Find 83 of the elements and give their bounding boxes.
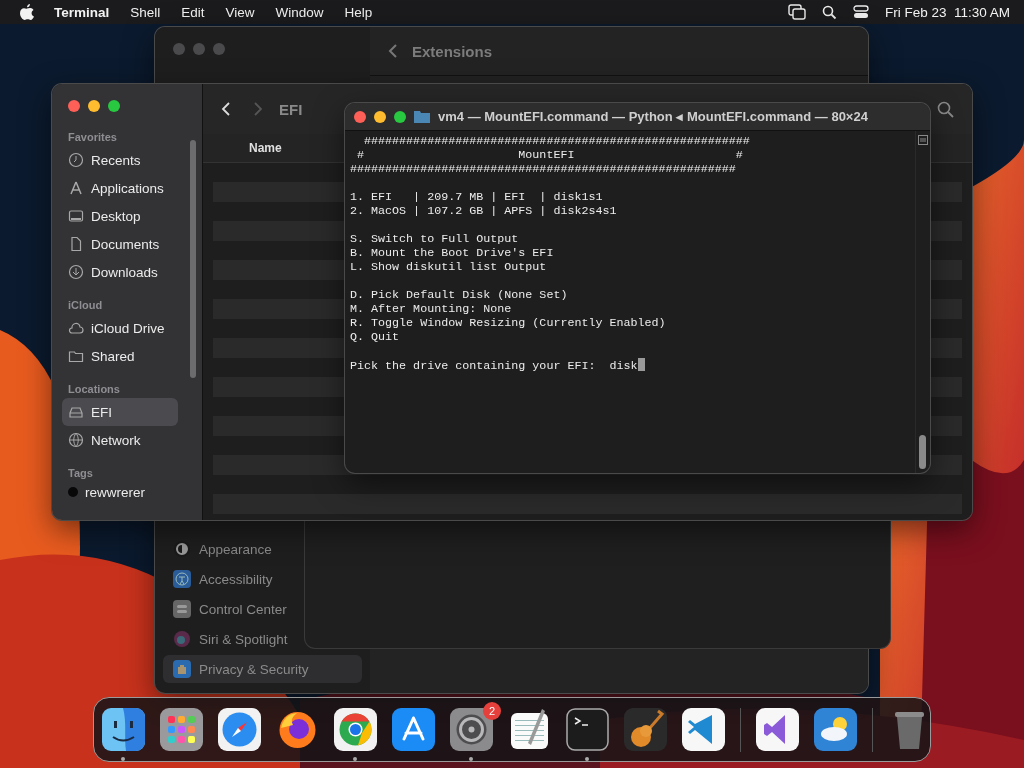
gear-icon[interactable] [450, 708, 493, 751]
sidebar-heading: iCloud [68, 299, 104, 311]
menu-item[interactable]: Window [275, 4, 324, 20]
notepad-pen-icon[interactable] [508, 708, 551, 751]
toggles-icon [173, 600, 191, 618]
sidebar-item[interactable]: Shared [62, 342, 178, 370]
close-button[interactable] [354, 110, 366, 123]
half-circle-icon [173, 540, 191, 558]
tag-dot-icon [68, 487, 78, 497]
windows-icon[interactable] [787, 4, 806, 20]
window-control-dot[interactable] [173, 43, 185, 55]
sidebar-item[interactable]: Applications [62, 174, 178, 202]
menu-item[interactable]: Help [344, 4, 373, 20]
terminal-line: ####################################################### [350, 162, 737, 176]
notification-badge: 2 [483, 702, 501, 720]
terminal-line: # MountEFI # [356, 148, 744, 162]
sidebar-item[interactable]: Recents [62, 146, 178, 174]
control-center-icon[interactable] [852, 5, 869, 19]
accessibility-icon [173, 570, 191, 588]
folder-icon [68, 348, 84, 364]
terminal-line: M. After Mounting: None [350, 302, 513, 316]
terminal-prompt: Pick the drive containing your EFI: disk [350, 359, 638, 373]
terminal-line: 2. MacOS | 107.2 GB | APFS | disk2s4s1 [350, 204, 618, 218]
smiling-face-icon[interactable] [102, 708, 145, 751]
search-icon[interactable] [821, 4, 837, 20]
folder-icon [414, 110, 430, 123]
app-store-icon[interactable] [392, 708, 435, 751]
terminal-line: B. Mount the Boot Drive's EFI [350, 246, 555, 260]
scrollbar-thumb[interactable] [919, 435, 926, 469]
globe-icon [68, 432, 84, 448]
text-cursor [637, 358, 645, 371]
orb-icon [173, 630, 191, 648]
menu-item[interactable]: Edit [181, 4, 205, 20]
cloud-sun-icon[interactable] [814, 708, 857, 751]
sidebar-item[interactable]: EFI [62, 398, 178, 426]
drive-icon [68, 404, 84, 420]
terminal-line: S. Switch to Full Output [350, 232, 520, 246]
sidebar-item[interactable]: Network [62, 426, 178, 454]
close-button[interactable] [68, 100, 80, 112]
sidebar-heading: Favorites [68, 131, 118, 143]
cloud-icon [68, 320, 84, 336]
app-grid-icon[interactable] [160, 708, 203, 751]
sidebar-heading: Tags [68, 467, 94, 479]
terminal-line: ####################################################### [363, 134, 751, 148]
sidebar-item[interactable]: Documents [62, 230, 178, 258]
sidebar-item[interactable]: iCloud Drive [62, 314, 178, 342]
terminal-line: 1. EFI | 209.7 MB | EFI | disk1s1 [350, 190, 604, 204]
terminal-prompt-icon[interactable] [566, 708, 609, 751]
window-title: Extensions [412, 42, 493, 60]
minimize-button[interactable] [88, 100, 100, 112]
sidebar-heading: Locations [68, 383, 121, 395]
terminal-line: D. Pick Default Disk (None Set) [350, 288, 569, 302]
window-control-dot[interactable] [193, 43, 205, 55]
zoom-button[interactable] [394, 110, 406, 123]
app-menu[interactable]: Terminal [54, 4, 110, 20]
document-icon [68, 236, 84, 252]
guitar-icon[interactable] [624, 708, 667, 751]
ribbon-icon[interactable] [682, 708, 725, 751]
terminal-line: R. Toggle Window Resizing (Currently Enabled) [350, 316, 667, 330]
sidebar-item[interactable]: rewwrerer [62, 482, 178, 502]
apple-icon[interactable] [20, 4, 34, 20]
download-icon [68, 264, 84, 280]
minimize-button[interactable] [374, 110, 386, 123]
terminal-line: Q. Quit [350, 330, 401, 344]
sidebar-item[interactable]: Downloads [62, 258, 178, 286]
compass-icon[interactable] [218, 708, 261, 751]
app-a-icon [68, 180, 84, 196]
menu-item[interactable]: Shell [130, 4, 161, 20]
monitor-icon [68, 208, 84, 224]
window-control-dot[interactable] [213, 43, 225, 55]
settings-sidebar-item[interactable]: Privacy & Security [163, 655, 362, 683]
window-title: vm4 — MountEFI.command — Python ◂ MountEFI.command — 80×24 [438, 109, 868, 124]
menu-clock[interactable]: Fri Feb 23 11:30 AM [884, 4, 1010, 20]
menu-item[interactable]: View [225, 4, 255, 20]
column-header[interactable]: Name [249, 141, 282, 155]
sidebar-item[interactable]: Desktop [62, 202, 178, 230]
scrollbar-thumb[interactable] [190, 140, 196, 378]
loop-ribbon-icon[interactable] [756, 708, 799, 751]
clock-icon [68, 152, 84, 168]
window-title: EFI [279, 100, 303, 118]
zoom-button[interactable] [108, 100, 120, 112]
split-pane-icon[interactable] [918, 135, 928, 145]
terminal-line: L. Show diskutil list Output [350, 260, 548, 274]
